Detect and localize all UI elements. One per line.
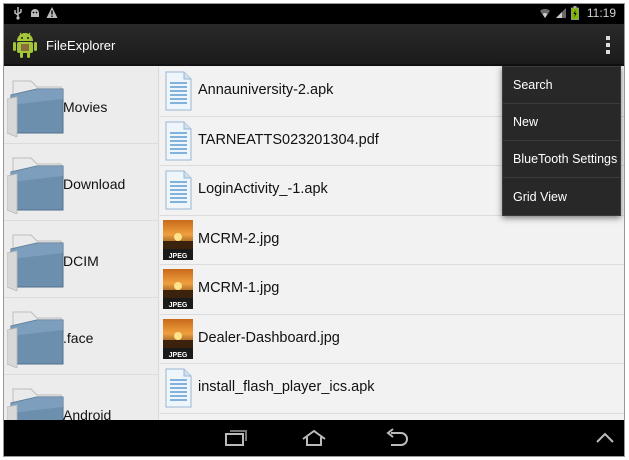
file-name: MCRM-1.jpg bbox=[198, 280, 280, 296]
overflow-menu: Search New BlueTooth Settings Grid View bbox=[502, 66, 621, 216]
up-arrow-icon[interactable] bbox=[592, 428, 618, 448]
document-file-icon bbox=[164, 368, 192, 413]
status-bar: 11:19 bbox=[4, 4, 624, 24]
sidebar-folder[interactable]: DCIM bbox=[4, 221, 158, 298]
svg-text:JPEG: JPEG bbox=[169, 352, 188, 359]
usb-icon bbox=[12, 6, 24, 20]
folder-sidebar: Movies Download DCIM .face Android bbox=[4, 67, 159, 423]
folder-label: .face bbox=[63, 330, 94, 346]
file-name: LoginActivity_-1.apk bbox=[198, 181, 328, 197]
file-name: install_flash_player_ics.apk bbox=[198, 379, 375, 395]
document-file-icon bbox=[164, 170, 192, 215]
android-icon[interactable] bbox=[12, 30, 38, 60]
app-title: FileExplorer bbox=[46, 38, 116, 53]
menu-item-search[interactable]: Search bbox=[503, 67, 620, 104]
battery-icon bbox=[570, 6, 583, 20]
document-file-icon bbox=[164, 121, 192, 166]
svg-text:JPEG: JPEG bbox=[169, 302, 188, 309]
menu-item-bluetooth-settings[interactable]: BlueTooth Settings bbox=[503, 141, 620, 178]
signal-icon bbox=[555, 6, 567, 20]
file-name: Annauniversity-2.apk bbox=[198, 82, 334, 98]
file-name: TARNEATTS023201304.pdf bbox=[198, 131, 379, 148]
recent-apps-icon[interactable] bbox=[223, 428, 249, 448]
file-row[interactable]: JPEG Dealer-Dashboard.jpg bbox=[160, 315, 624, 365]
sidebar-folder[interactable]: Download bbox=[4, 144, 158, 221]
file-row[interactable]: install_flash_player_ics.apk bbox=[160, 364, 624, 414]
overflow-menu-icon[interactable] bbox=[600, 34, 616, 56]
folder-label: DCIM bbox=[63, 253, 99, 269]
file-name: Dealer-Dashboard.jpg bbox=[198, 329, 340, 346]
status-time: 11:19 bbox=[586, 6, 616, 20]
file-row[interactable]: JPEG MCRM-1.jpg bbox=[160, 265, 624, 315]
jpeg-file-icon: JPEG bbox=[162, 219, 194, 266]
home-icon[interactable] bbox=[301, 428, 327, 448]
file-name: MCRM-2.jpg bbox=[198, 230, 280, 247]
file-row[interactable]: JPEG MCRM-2.jpg bbox=[160, 216, 624, 266]
wifi-icon bbox=[539, 6, 551, 20]
jpeg-file-icon: JPEG bbox=[162, 318, 194, 365]
navigation-bar bbox=[4, 420, 624, 456]
action-bar: FileExplorer bbox=[4, 24, 624, 66]
folder-label: Download bbox=[63, 176, 126, 192]
sidebar-folder[interactable]: Movies bbox=[4, 67, 158, 144]
back-icon[interactable] bbox=[383, 428, 409, 448]
svg-text:JPEG: JPEG bbox=[169, 253, 188, 260]
sidebar-folder[interactable]: Android bbox=[4, 375, 158, 423]
menu-item-grid-view[interactable]: Grid View bbox=[503, 178, 620, 215]
folder-label: Movies bbox=[63, 99, 108, 115]
warning-icon bbox=[46, 6, 58, 20]
jpeg-file-icon: JPEG bbox=[162, 268, 194, 315]
menu-item-new[interactable]: New bbox=[503, 104, 620, 141]
document-file-icon bbox=[164, 71, 192, 116]
screen: 11:19 FileExplorer Movies Download DCIM … bbox=[3, 3, 625, 457]
sidebar-folder[interactable]: .face bbox=[4, 298, 158, 375]
android-debug-icon bbox=[29, 6, 41, 20]
